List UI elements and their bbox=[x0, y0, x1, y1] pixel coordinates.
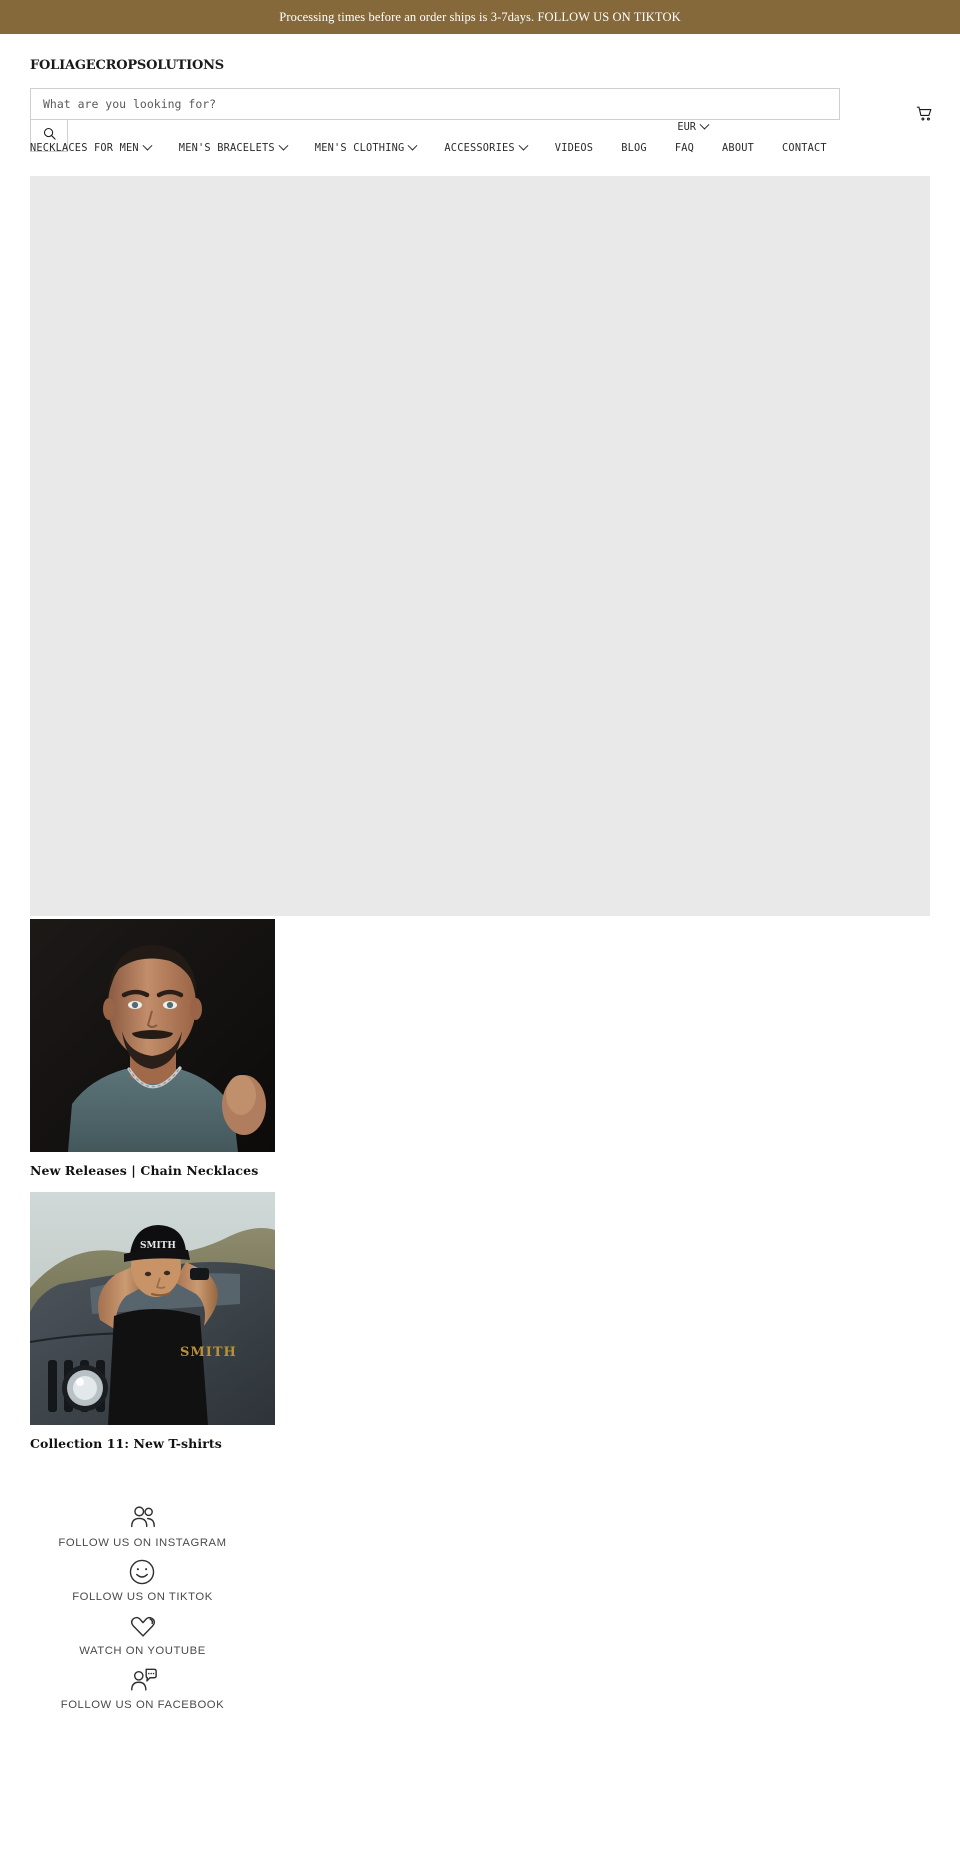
site-header: FOLIAGECROPSOLUTIONS NECKLACES FOR MEN bbox=[0, 34, 960, 168]
main-navigation: NECKLACES FOR MEN MEN'S BRACELETS MEN'S … bbox=[30, 119, 930, 168]
shopping-cart-icon bbox=[915, 104, 934, 128]
svg-text:SMITH: SMITH bbox=[180, 1345, 237, 1360]
collection-image-chain-necklaces[interactable] bbox=[30, 919, 275, 1152]
nav-label: MEN'S CLOTHING bbox=[314, 142, 405, 154]
currency-value: EUR bbox=[677, 121, 696, 133]
collections-list: New Releases | Chain Necklaces SMITH SMI… bbox=[0, 919, 960, 1451]
social-link-facebook[interactable]: FOLLOW US ON FACEBOOK bbox=[61, 1663, 224, 1717]
two-people-icon bbox=[126, 1501, 160, 1535]
nav-item-mens-clothing[interactable]: MEN'S CLOTHING bbox=[314, 140, 418, 154]
search-input[interactable] bbox=[30, 88, 840, 120]
search-form bbox=[30, 88, 840, 152]
announcement-text: Processing times before an order ships i… bbox=[279, 9, 681, 24]
nav-label: VIDEOS bbox=[554, 142, 594, 154]
collection-card: SMITH SMITH Collection 11: New T-shirts bbox=[30, 1192, 960, 1451]
social-label: WATCH ON YOUTUBE bbox=[79, 1645, 206, 1657]
nav-item-about[interactable]: ABOUT bbox=[722, 142, 754, 154]
nav-label: CONTACT bbox=[782, 142, 827, 154]
chevron-down-icon bbox=[518, 140, 529, 151]
heart-icon bbox=[126, 1609, 160, 1643]
nav-label: MEN'S BRACELETS bbox=[178, 142, 275, 154]
cart-button[interactable] bbox=[910, 102, 938, 130]
social-link-youtube[interactable]: WATCH ON YOUTUBE bbox=[79, 1609, 206, 1663]
nav-item-faq[interactable]: FAQ bbox=[675, 142, 694, 154]
currency-selector[interactable]: EUR bbox=[677, 119, 710, 133]
collection-title[interactable]: Collection 11: New T-shirts bbox=[30, 1436, 960, 1451]
chevron-down-icon bbox=[142, 140, 153, 151]
svg-text:SMITH: SMITH bbox=[140, 1241, 176, 1251]
nav-item-accessories[interactable]: ACCESSORIES bbox=[444, 140, 529, 154]
chevron-down-icon bbox=[407, 140, 418, 151]
nav-label: FAQ bbox=[674, 142, 695, 154]
collection-image-new-tshirts[interactable]: SMITH SMITH bbox=[30, 1192, 275, 1425]
nav-label: ACCESSORIES bbox=[444, 142, 515, 154]
social-links-footer: FOLLOW US ON INSTAGRAM FOLLOW US ON TIKT… bbox=[0, 1501, 285, 1717]
nav-item-contact[interactable]: CONTACT bbox=[782, 142, 827, 154]
nav-item-necklaces-for-men[interactable]: NECKLACES FOR MEN bbox=[30, 140, 153, 154]
hero-banner-placeholder[interactable] bbox=[30, 176, 930, 916]
social-link-tiktok[interactable]: FOLLOW US ON TIKTOK bbox=[72, 1555, 213, 1609]
smiley-face-icon bbox=[125, 1555, 159, 1589]
nav-label: ABOUT bbox=[722, 142, 755, 154]
site-logo[interactable]: FOLIAGECROPSOLUTIONS bbox=[30, 34, 224, 73]
nav-item-blog[interactable]: BLOG bbox=[621, 142, 647, 154]
nav-label: BLOG bbox=[621, 142, 647, 154]
social-label: FOLLOW US ON INSTAGRAM bbox=[58, 1537, 227, 1549]
person-chat-icon bbox=[126, 1663, 160, 1697]
nav-item-mens-bracelets[interactable]: MEN'S BRACELETS bbox=[178, 140, 289, 154]
collection-title[interactable]: New Releases | Chain Necklaces bbox=[30, 1163, 960, 1178]
social-label: FOLLOW US ON FACEBOOK bbox=[60, 1699, 225, 1711]
collection-card: New Releases | Chain Necklaces bbox=[30, 919, 960, 1178]
nav-item-videos[interactable]: VIDEOS bbox=[555, 142, 593, 154]
nav-label: NECKLACES FOR MEN bbox=[30, 142, 139, 154]
chevron-down-icon bbox=[699, 119, 710, 130]
chevron-down-icon bbox=[278, 140, 289, 151]
social-label: FOLLOW US ON TIKTOK bbox=[72, 1591, 213, 1603]
social-link-instagram[interactable]: FOLLOW US ON INSTAGRAM bbox=[58, 1501, 226, 1555]
announcement-bar: Processing times before an order ships i… bbox=[0, 0, 960, 34]
